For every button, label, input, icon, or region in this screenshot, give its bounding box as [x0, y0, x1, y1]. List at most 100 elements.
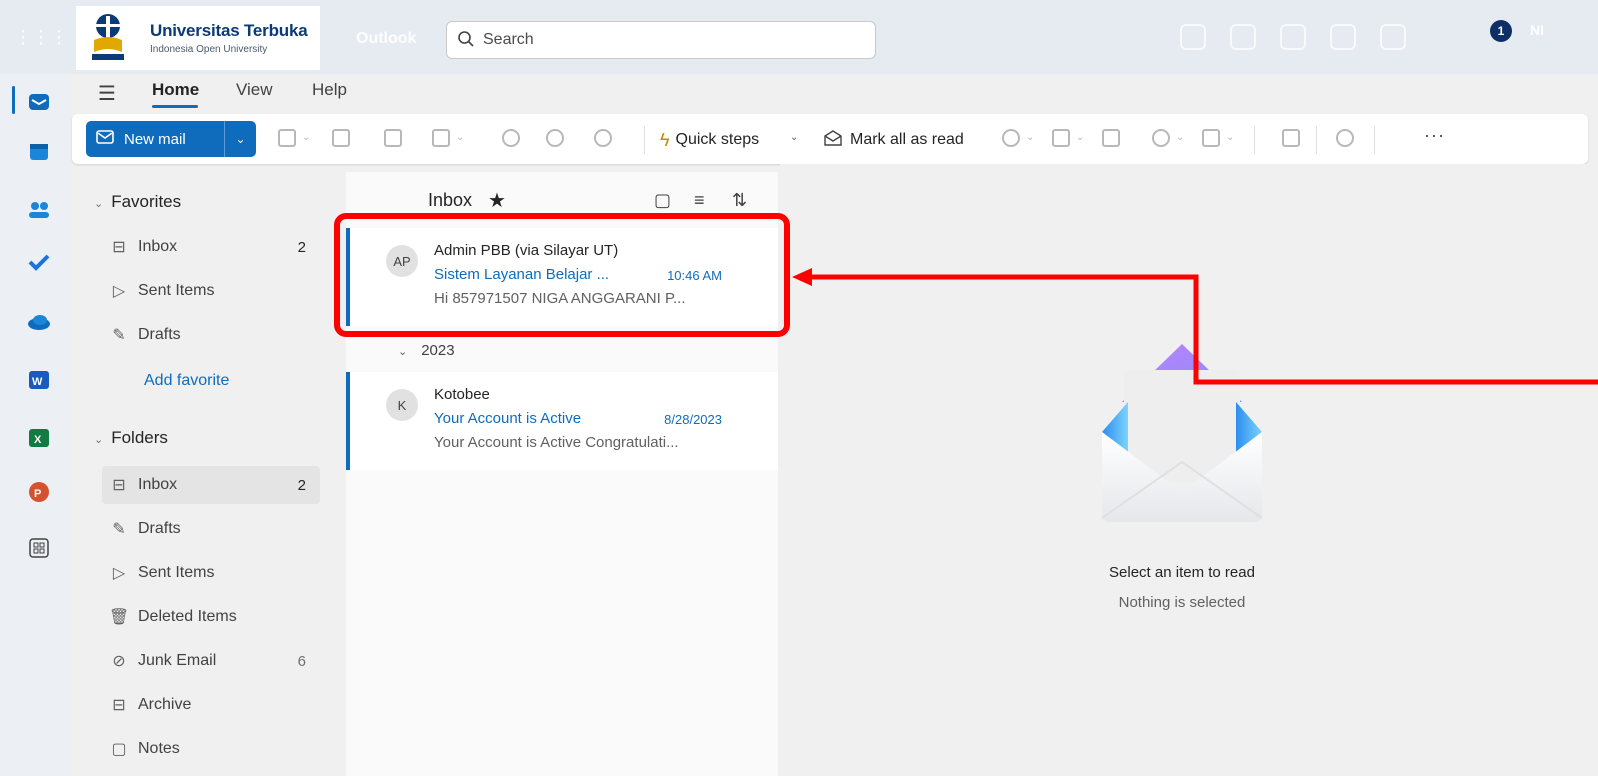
- favorite-sent-items[interactable]: ▷ Sent Items: [110, 272, 320, 310]
- quick-steps-label: Quick steps: [675, 131, 760, 148]
- mark-all-read-button[interactable]: Mark all as read: [824, 125, 964, 155]
- new-mail-button[interactable]: New mail: [86, 121, 224, 157]
- folder-notes[interactable]: ▢ Notes: [110, 730, 320, 768]
- new-mail-dropdown-button[interactable]: ⌄: [224, 121, 256, 157]
- user-avatar[interactable]: NI: [1530, 22, 1544, 38]
- folder-archive[interactable]: ⊟ Archive: [110, 686, 320, 724]
- rules-icon[interactable]: [1202, 129, 1220, 147]
- todo-app-icon[interactable]: [26, 250, 52, 274]
- folder-label: Sent Items: [138, 564, 215, 581]
- svg-text:X: X: [34, 434, 42, 446]
- delete-icon[interactable]: [278, 129, 296, 147]
- favorite-drafts[interactable]: ✎ Drafts: [110, 316, 320, 354]
- move-to-folder-icon[interactable]: [432, 129, 450, 147]
- app-launcher-icon[interactable]: ⋮⋮⋮: [14, 10, 68, 64]
- folder-inbox[interactable]: ⊟ Inbox 2: [102, 466, 320, 504]
- chevron-down-icon[interactable]: ⌄: [1176, 132, 1184, 143]
- more-options-icon[interactable]: ···: [1424, 125, 1445, 146]
- app-name[interactable]: Outlook: [356, 30, 416, 48]
- word-app-icon[interactable]: W: [26, 368, 52, 392]
- mail-app-icon[interactable]: [26, 90, 52, 114]
- reading-pane: Select an item to read Nothing is select…: [780, 164, 1598, 776]
- print-icon[interactable]: [1282, 129, 1300, 147]
- chevron-down-icon[interactable]: ⌄: [456, 132, 464, 143]
- excel-app-icon[interactable]: X: [26, 426, 52, 450]
- chevron-down-icon[interactable]: ⌄: [1026, 132, 1034, 143]
- archive-icon: ⊟: [112, 697, 126, 714]
- forward-icon[interactable]: [594, 129, 612, 147]
- select-checkbox-icon[interactable]: ▢: [654, 190, 671, 211]
- hamburger-menu-icon[interactable]: ☰: [98, 81, 116, 106]
- folder-pane: ⌄ Favorites ⊟ Inbox 2 ▷ Sent Items ✎ Draf…: [72, 164, 344, 776]
- star-icon[interactable]: ★: [488, 188, 506, 213]
- ribbon-divider: [1374, 126, 1375, 154]
- ribbon-toolbar: New mail ⌄ ⌄ ⌄ ϟ Quick steps ⌄ Mark all …: [72, 114, 1588, 164]
- unread-indicator: [346, 372, 350, 470]
- search-input[interactable]: Search: [446, 21, 876, 59]
- message-preview: Your Account is Active Congratulati...: [434, 434, 679, 451]
- meet-now-icon[interactable]: [1180, 24, 1206, 50]
- tab-home-underline: [152, 105, 198, 108]
- group-header-2023[interactable]: ⌄ 2023: [398, 342, 455, 359]
- svg-text:W: W: [32, 376, 43, 388]
- tag-icon[interactable]: [1002, 129, 1020, 147]
- folder-sent-items[interactable]: ▷ Sent Items: [110, 554, 320, 592]
- more-apps-icon[interactable]: [26, 536, 52, 560]
- chevron-down-icon[interactable]: ⌄: [790, 132, 798, 143]
- folder-junk-email[interactable]: ⊘ Junk Email 6: [110, 642, 320, 680]
- people-app-icon[interactable]: [26, 198, 52, 222]
- folders-section-header[interactable]: ⌄ Folders: [94, 428, 168, 448]
- rail-active-indicator: [12, 86, 15, 114]
- filter-icon[interactable]: ≡: [694, 190, 705, 211]
- note-icon: ▢: [111, 741, 127, 758]
- archive-icon[interactable]: [332, 129, 350, 147]
- feedback-icon[interactable]: [1280, 24, 1306, 50]
- calendar-app-icon[interactable]: [26, 140, 52, 164]
- folder-label: Inbox: [138, 476, 178, 493]
- flag-icon[interactable]: [1052, 129, 1070, 147]
- tab-home[interactable]: Home: [152, 80, 199, 100]
- notification-badge[interactable]: 1: [1490, 20, 1512, 42]
- calendar-icon[interactable]: [1230, 24, 1256, 50]
- university-logo-icon: [86, 12, 130, 64]
- chevron-down-icon[interactable]: ⌄: [302, 132, 310, 143]
- pencil-icon: ✎: [112, 327, 126, 344]
- snooze-clock-icon[interactable]: [1152, 129, 1170, 147]
- powerpoint-app-icon[interactable]: P: [26, 480, 52, 504]
- add-favorite-link[interactable]: Add favorite: [144, 372, 229, 390]
- bell-icon[interactable]: [1330, 24, 1356, 50]
- chevron-down-icon[interactable]: ⌄: [1226, 132, 1234, 143]
- tab-help[interactable]: Help: [312, 80, 347, 100]
- reply-all-icon[interactable]: [546, 129, 564, 147]
- favorites-section-header[interactable]: ⌄ Favorites: [94, 192, 181, 212]
- sort-icon[interactable]: ⇅: [732, 190, 747, 211]
- tab-view[interactable]: View: [236, 80, 273, 100]
- top-bar: ⋮⋮⋮ Universitas Terbuka Indonesia Open U…: [0, 0, 1598, 74]
- send-icon: ▷: [112, 565, 126, 582]
- chevron-down-icon[interactable]: ⌄: [1076, 132, 1084, 143]
- favorite-inbox[interactable]: ⊟ Inbox 2: [110, 228, 320, 266]
- folders-title: Folders: [111, 428, 168, 447]
- onedrive-app-icon[interactable]: [26, 310, 52, 334]
- folder-deleted-items[interactable]: 🗑︎ Deleted Items: [109, 598, 320, 636]
- app-rail: W X P: [0, 74, 72, 776]
- chevron-down-icon: ⌄: [94, 434, 104, 446]
- lightning-icon: ϟ: [660, 129, 670, 150]
- undo-icon[interactable]: [1336, 129, 1354, 147]
- message-item[interactable]: K Kotobee Your Account is Active 8/28/20…: [346, 372, 778, 470]
- inbox-icon: ⊟: [112, 477, 126, 494]
- brand-subtitle: Indonesia Open University: [150, 44, 268, 55]
- reply-icon[interactable]: [502, 129, 520, 147]
- folder-label: Archive: [138, 696, 192, 713]
- folder-drafts[interactable]: ✎ Drafts: [110, 510, 320, 548]
- sweep-icon[interactable]: [384, 129, 402, 147]
- brand-name: Universitas Terbuka: [150, 21, 308, 40]
- settings-gear-icon[interactable]: [1380, 24, 1406, 50]
- reading-pane-subtitle: Nothing is selected: [1118, 594, 1246, 611]
- folder-label: Deleted Items: [138, 608, 237, 625]
- brand-logo-area[interactable]: Universitas Terbuka Indonesia Open Unive…: [76, 6, 320, 70]
- quick-steps-button[interactable]: ϟ Quick steps: [660, 125, 759, 155]
- ribbon-divider: [1254, 126, 1255, 154]
- pin-icon[interactable]: [1102, 129, 1120, 147]
- junk-folder-icon: ⊘: [112, 653, 126, 670]
